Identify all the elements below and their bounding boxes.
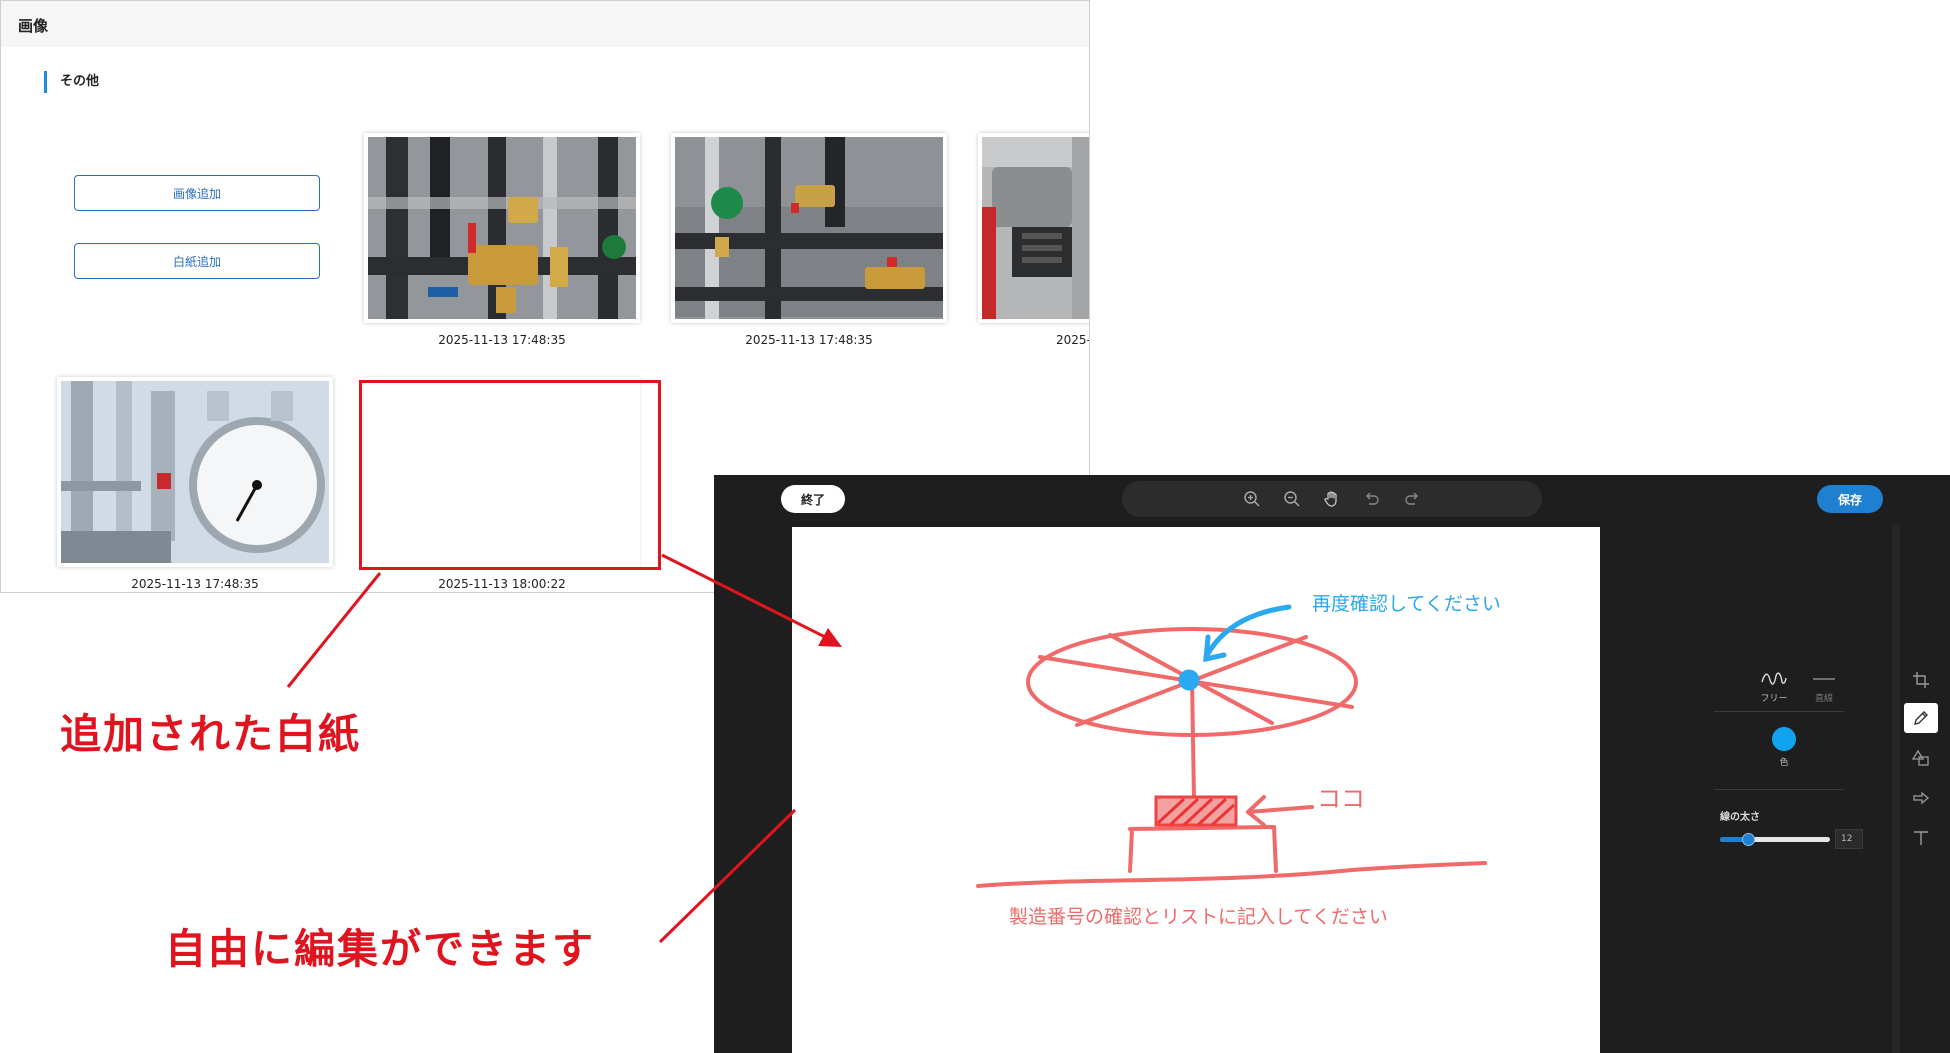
callout-free-edit: 自由に編集ができます: [165, 925, 595, 973]
photo-pressure-gauge: [61, 381, 329, 563]
blank-paper-highlight: [359, 380, 661, 570]
pen-settings-panel: フリー 直線 色 線の太さ 12: [1709, 525, 1863, 1053]
drawing-canvas[interactable]: 再度確認してください ココ 製造番号の確認とリストに記入してください: [792, 527, 1600, 1053]
panel-divider: [1714, 711, 1844, 712]
photo-pipes-pump: [675, 137, 943, 319]
zoom-in-icon[interactable]: [1241, 488, 1263, 510]
freehand-icon: [1761, 672, 1787, 685]
color-swatch[interactable]: [1772, 727, 1796, 751]
thumbnail-timestamp: 2025-11-13 17:48:35: [131, 577, 259, 591]
image-thumbnail[interactable]: [364, 133, 640, 323]
crop-icon: [1913, 672, 1929, 688]
add-blank-button[interactable]: 白紙追加: [74, 243, 320, 279]
photo-pipes-valves: [368, 137, 636, 319]
pen-line-option[interactable]: 直線: [1799, 670, 1849, 704]
hand-icon[interactable]: [1321, 488, 1343, 510]
page-title: 画像: [18, 17, 49, 35]
thumbnail-timestamp: 2025-11-13 17:48:35: [745, 333, 873, 347]
scrollbar[interactable]: [1892, 525, 1900, 1053]
panel-divider: [1714, 789, 1844, 790]
pencil-icon: [1914, 711, 1928, 725]
shapes-icon: [1912, 749, 1929, 766]
drawing-editor: 終了 保存 再度確認してください ココ 製造番号の確認とリストに記入してください…: [714, 475, 1950, 1053]
window-header: 画像: [1, 1, 1089, 47]
save-button[interactable]: 保存: [1817, 485, 1883, 513]
crop-tool[interactable]: [1904, 665, 1938, 695]
section-title: その他: [44, 71, 99, 93]
finish-button[interactable]: 終了: [781, 485, 845, 513]
image-thumbnail[interactable]: [57, 377, 333, 567]
line-width-label: 線の太さ: [1720, 812, 1760, 823]
callout-blank-added: 追加された白紙: [60, 710, 361, 758]
add-image-button[interactable]: 画像追加: [74, 175, 320, 211]
photo-machine-spring: [982, 137, 1089, 319]
pencil-tool[interactable]: [1904, 703, 1938, 733]
line-width-value[interactable]: 12: [1835, 829, 1863, 849]
image-thumbnail[interactable]: [671, 133, 947, 323]
shapes-tool[interactable]: [1904, 743, 1938, 773]
undo-icon[interactable]: [1361, 488, 1383, 510]
text-tool[interactable]: [1904, 823, 1938, 853]
thumbnail-timestamp: 2025-: [1056, 333, 1090, 347]
line-width-slider[interactable]: [1720, 833, 1830, 846]
thumbnail-timestamp: 2025-11-13 18:00:22: [438, 577, 566, 591]
screenshot-canvas: 画像 その他 画像追加 白紙追加 2025-11-13 17:48:35 202…: [0, 0, 1950, 1053]
color-label: 色: [1779, 758, 1789, 768]
editor-toolbar: [1122, 481, 1542, 517]
straight-line-icon: [1813, 678, 1835, 680]
redo-icon[interactable]: [1401, 488, 1423, 510]
arrow-tool[interactable]: [1904, 783, 1938, 813]
thumbnail-timestamp: 2025-11-13 17:48:35: [438, 333, 566, 347]
drawing-text-here: ココ: [1317, 785, 1365, 813]
arrow-icon: [1913, 791, 1930, 805]
pen-free-label: フリー: [1760, 694, 1788, 704]
pen-line-label: 直線: [1814, 694, 1833, 704]
slider-handle[interactable]: [1742, 833, 1755, 846]
text-icon: [1914, 831, 1928, 845]
zoom-out-icon[interactable]: [1281, 488, 1303, 510]
drawing-text-serial: 製造番号の確認とリストに記入してください: [1009, 906, 1388, 928]
image-thumbnail[interactable]: [978, 133, 1089, 323]
pen-free-option[interactable]: フリー: [1749, 670, 1799, 704]
drawing-text-recheck: 再度確認してください: [1312, 593, 1501, 615]
